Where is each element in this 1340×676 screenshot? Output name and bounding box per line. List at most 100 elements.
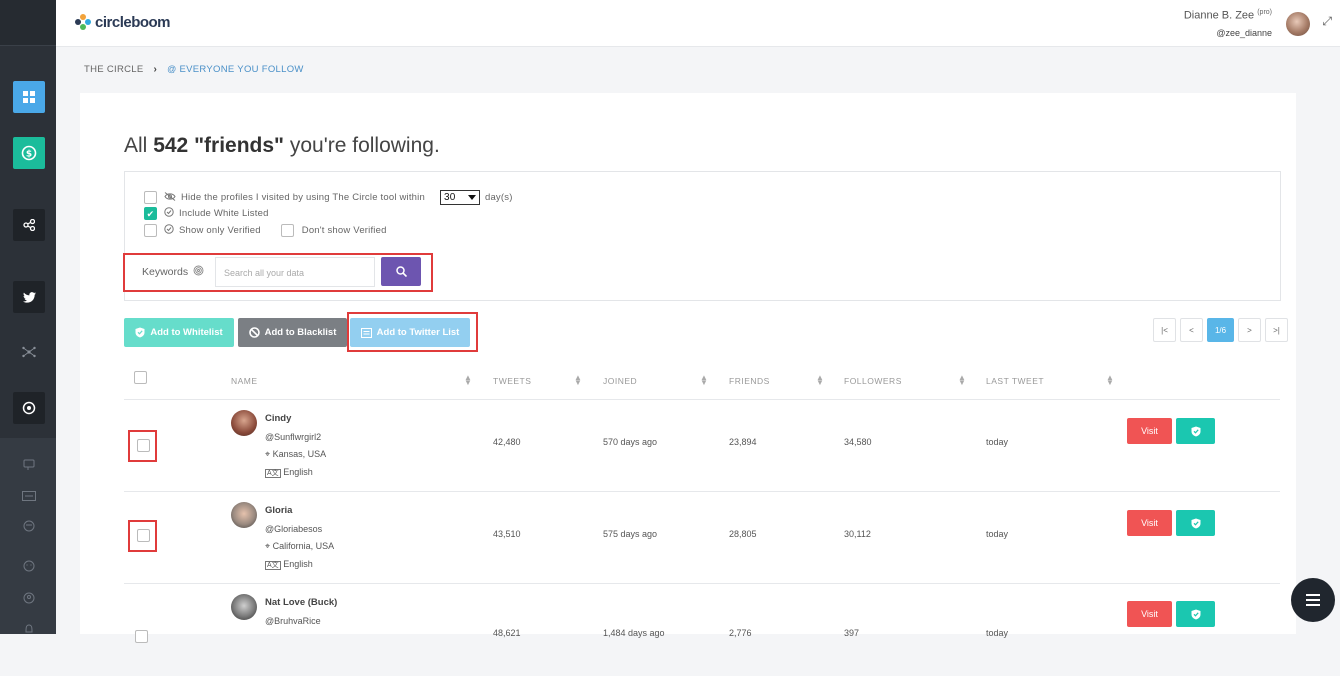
user-location: ⌖ Kansas, USA xyxy=(265,449,326,460)
dashboard-nav-button[interactable] xyxy=(13,81,45,113)
dont-show-verified-checkbox[interactable] xyxy=(280,224,294,237)
keywords-label: Keywords xyxy=(142,266,189,278)
first-page-button[interactable]: |< xyxy=(1153,318,1176,342)
whitelist-user-button[interactable] xyxy=(1176,418,1215,444)
expand-icon[interactable]: ⤢ xyxy=(1322,14,1332,29)
location-icon xyxy=(23,592,35,604)
tool-nav-3[interactable] xyxy=(18,516,40,536)
add-to-twitter-list-button[interactable]: Add to Twitter List xyxy=(350,318,470,347)
user-language: A文 English xyxy=(265,467,313,478)
sort-icon[interactable]: ▲ ▼ xyxy=(464,374,472,387)
sort-icon[interactable]: ▲ ▼ xyxy=(700,374,708,387)
only-verified-label: Show only Verified xyxy=(179,225,261,236)
visit-button[interactable]: Visit xyxy=(1127,601,1172,627)
visit-button[interactable]: Visit xyxy=(1127,418,1172,444)
sort-icon[interactable]: ▲ ▼ xyxy=(816,374,824,387)
only-verified-checkbox[interactable] xyxy=(144,224,157,237)
current-page: 1/6 xyxy=(1207,318,1234,342)
column-joined[interactable]: JOINED xyxy=(603,376,637,386)
logo-text: circleboom xyxy=(95,13,171,31)
whitelist-user-button[interactable] xyxy=(1176,601,1215,627)
include-whitelisted-checkbox[interactable]: ✔ xyxy=(144,207,157,220)
days-select[interactable]: 30 xyxy=(439,190,480,205)
billing-nav-button[interactable]: $ xyxy=(13,137,45,169)
add-to-blacklist-button[interactable]: Add to Blacklist xyxy=(238,318,347,347)
last-tweet-value: today xyxy=(986,628,1009,638)
tool-nav-1[interactable] xyxy=(18,455,40,475)
user-location-text: California, USA xyxy=(272,541,335,551)
chevron-right-icon: › xyxy=(153,64,158,75)
column-name[interactable]: NAME xyxy=(231,376,258,386)
sort-icon[interactable]: ▲ ▼ xyxy=(958,374,966,387)
shield-check-icon xyxy=(164,207,174,220)
sort-icon[interactable]: ▲ ▼ xyxy=(574,374,582,387)
user-handle[interactable]: @Sunflwrgirl2 xyxy=(265,432,321,442)
breadcrumb: THE CIRCLE › @ EVERYONE YOU FOLLOW xyxy=(84,64,304,75)
row-checkbox[interactable] xyxy=(137,529,150,542)
tweets-count: 48,621 xyxy=(493,628,521,638)
target-nav-button[interactable] xyxy=(13,392,45,424)
svg-text:$: $ xyxy=(26,150,32,160)
joined-value: 1,484 days ago xyxy=(603,628,665,638)
keywords-label-group: Keywords xyxy=(142,265,204,278)
user-handle[interactable]: @BruhvaRice xyxy=(265,616,321,626)
floating-menu-button[interactable] xyxy=(1291,578,1335,622)
column-last-tweet[interactable]: LAST TWEET xyxy=(986,376,1044,386)
avatar[interactable] xyxy=(1286,12,1310,36)
column-followers[interactable]: FOLLOWERS xyxy=(844,376,902,386)
tool-nav-5[interactable] xyxy=(18,588,40,608)
column-tweets[interactable]: TWEETS xyxy=(493,376,531,386)
last-tweet-value: today xyxy=(986,529,1009,539)
tweets-count: 43,510 xyxy=(493,529,521,539)
avatar xyxy=(231,594,257,620)
breadcrumb-current: @ EVERYONE YOU FOLLOW xyxy=(167,64,304,75)
verified-row: Show only Verified Don't show Verified xyxy=(144,224,387,237)
chevron-down-icon xyxy=(467,195,476,200)
network-nav-button[interactable] xyxy=(13,336,45,368)
user-name[interactable]: Nat Love (Buck) xyxy=(265,597,337,608)
row-checkbox[interactable] xyxy=(137,439,150,452)
verified-icon xyxy=(164,224,174,237)
pagination: |< < 1/6 > >| xyxy=(1153,318,1288,342)
whitelist-user-button[interactable] xyxy=(1176,510,1215,536)
last-page-button[interactable]: >| xyxy=(1265,318,1288,342)
user-handle[interactable]: @Gloriabesos xyxy=(265,524,322,534)
share-nav-button[interactable] xyxy=(13,209,45,241)
add-to-whitelist-button[interactable]: Add to Whitelist xyxy=(124,318,234,347)
tool-nav-2[interactable] xyxy=(18,486,40,506)
twitter-nav-button[interactable] xyxy=(13,281,45,313)
next-page-button[interactable]: > xyxy=(1238,318,1261,342)
include-whitelisted-label: Include White Listed xyxy=(179,208,269,219)
dont-show-verified-label: Don't show Verified xyxy=(301,225,387,236)
tool-nav-6[interactable] xyxy=(18,620,40,640)
visit-button[interactable]: Visit xyxy=(1127,510,1172,536)
top-bar: circleboom Dianne B. Zee (pro) @zee_dian… xyxy=(56,0,1340,47)
search-input[interactable]: Search all your data xyxy=(215,257,375,287)
table-row: Cindy @Sunflwrgirl2 ⌖ Kansas, USA A文 Eng… xyxy=(124,400,1280,492)
dollar-circle-icon: $ xyxy=(21,145,37,161)
column-friends[interactable]: FRIENDS xyxy=(729,376,770,386)
row-checkbox-highlight xyxy=(128,430,157,462)
select-all-checkbox[interactable] xyxy=(134,371,147,384)
id-card-icon xyxy=(22,491,36,501)
network-icon xyxy=(22,346,36,358)
thumbs-down-icon xyxy=(23,459,35,470)
user-tier: (pro) xyxy=(1257,9,1272,16)
prev-page-button[interactable]: < xyxy=(1180,318,1203,342)
followers-count: 34,580 xyxy=(844,437,872,447)
circleboom-logo-icon xyxy=(75,14,91,30)
search-button[interactable] xyxy=(381,257,421,286)
app-logo[interactable]: circleboom xyxy=(74,13,171,31)
row-checkbox[interactable] xyxy=(135,630,148,643)
tool-nav-4[interactable] xyxy=(18,556,40,576)
breadcrumb-root[interactable]: THE CIRCLE xyxy=(84,64,143,75)
sort-icon[interactable]: ▲ ▼ xyxy=(1106,374,1114,387)
language-icon: A文 xyxy=(265,561,281,570)
user-name[interactable]: Gloria xyxy=(265,505,292,516)
breadcrumb-current-label: EVERYONE YOU FOLLOW xyxy=(179,64,304,75)
hide-visited-row: Hide the profiles I visited by using The… xyxy=(144,190,513,205)
user-name[interactable]: Cindy xyxy=(265,413,291,424)
location-pin-icon: ⌖ xyxy=(265,449,273,459)
hide-visited-checkbox[interactable] xyxy=(144,191,157,204)
blacklist-label: Add to Blacklist xyxy=(264,327,337,338)
